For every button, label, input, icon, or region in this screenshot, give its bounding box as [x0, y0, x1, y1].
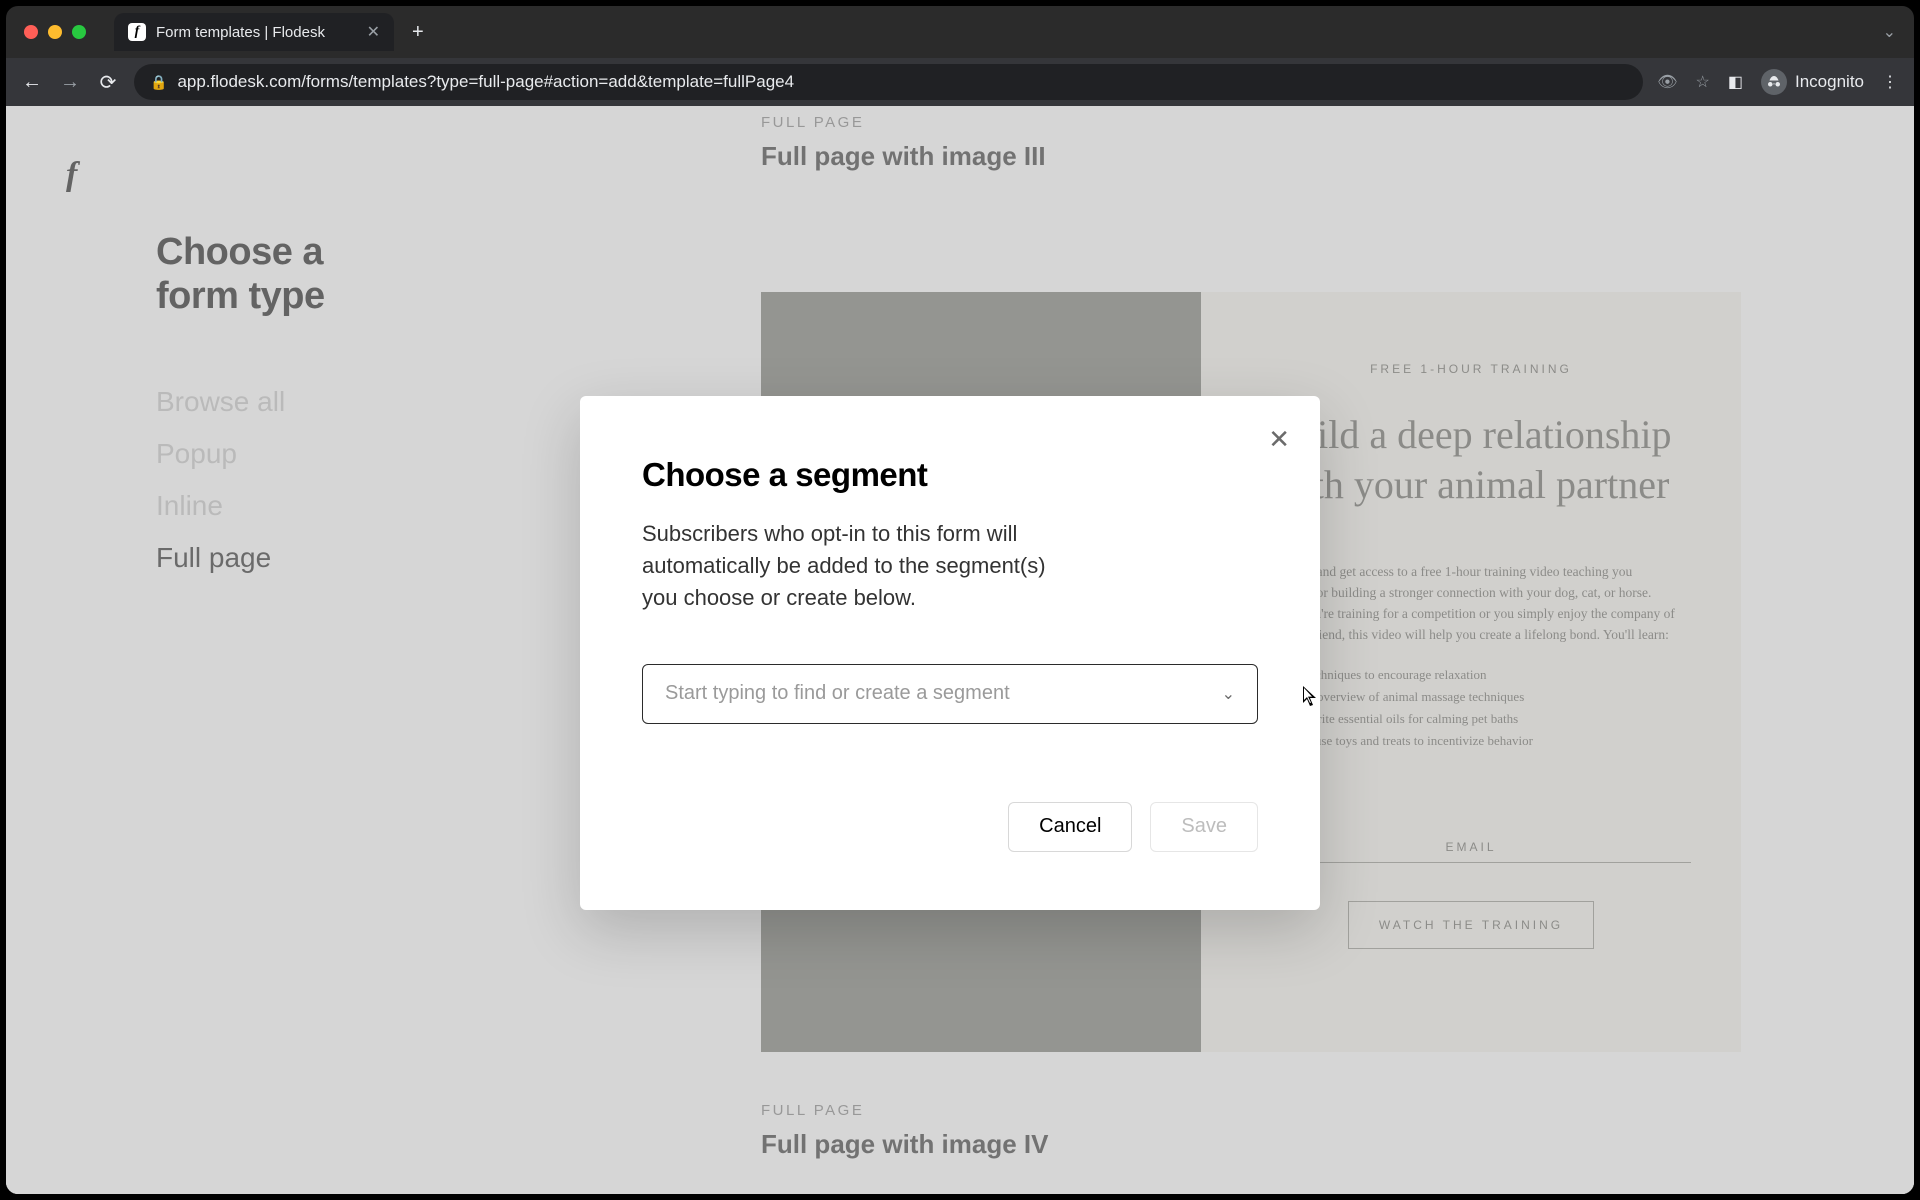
- modal-title: Choose a segment: [642, 456, 1258, 494]
- tab-title: Form templates | Flodesk: [156, 24, 325, 41]
- segment-modal: ✕ Choose a segment Subscribers who opt-i…: [580, 396, 1320, 910]
- window-controls: [24, 25, 86, 39]
- lock-icon: 🔒: [150, 74, 167, 91]
- window-zoom-button[interactable]: [72, 25, 86, 39]
- browser-menu-icon[interactable]: ⋮: [1882, 72, 1900, 92]
- modal-close-button[interactable]: ✕: [1268, 424, 1290, 455]
- cancel-button[interactable]: Cancel: [1008, 802, 1132, 852]
- window-minimize-button[interactable]: [48, 25, 62, 39]
- nav-reload-button[interactable]: ⟳: [96, 70, 120, 95]
- save-button[interactable]: Save: [1150, 802, 1258, 852]
- chevron-down-icon[interactable]: ⌄: [1222, 684, 1235, 704]
- browser-toolbar: ← → ⟳ 🔒 app.flodesk.com/forms/templates?…: [6, 58, 1914, 106]
- url-text: app.flodesk.com/forms/templates?type=ful…: [177, 72, 794, 92]
- bookmark-star-icon[interactable]: ☆: [1696, 72, 1710, 92]
- side-panel-icon[interactable]: ◧: [1728, 72, 1743, 92]
- eye-off-icon[interactable]: 👁: [1657, 72, 1677, 92]
- tab-close-icon[interactable]: ✕: [367, 22, 380, 42]
- incognito-label: Incognito: [1795, 72, 1864, 92]
- incognito-indicator[interactable]: Incognito: [1761, 69, 1864, 95]
- address-bar[interactable]: 🔒 app.flodesk.com/forms/templates?type=f…: [134, 64, 1643, 100]
- tabstrip-dropdown-icon[interactable]: ⌄: [1883, 22, 1896, 42]
- segment-input[interactable]: [665, 682, 1210, 705]
- nav-back-button[interactable]: ←: [20, 71, 44, 94]
- segment-combobox[interactable]: ⌄: [642, 664, 1258, 724]
- browser-tab-active[interactable]: f Form templates | Flodesk ✕: [114, 13, 394, 51]
- window-close-button[interactable]: [24, 25, 38, 39]
- nav-forward-button[interactable]: →: [58, 71, 82, 94]
- new-tab-button[interactable]: +: [404, 21, 432, 44]
- browser-tabstrip: f Form templates | Flodesk ✕ + ⌄: [6, 6, 1914, 58]
- incognito-icon: [1761, 69, 1787, 95]
- page-viewport: f Choose a form type Browse all Popup In…: [6, 106, 1914, 1194]
- tab-favicon: f: [128, 23, 146, 41]
- modal-description: Subscribers who opt-in to this form will…: [642, 518, 1072, 614]
